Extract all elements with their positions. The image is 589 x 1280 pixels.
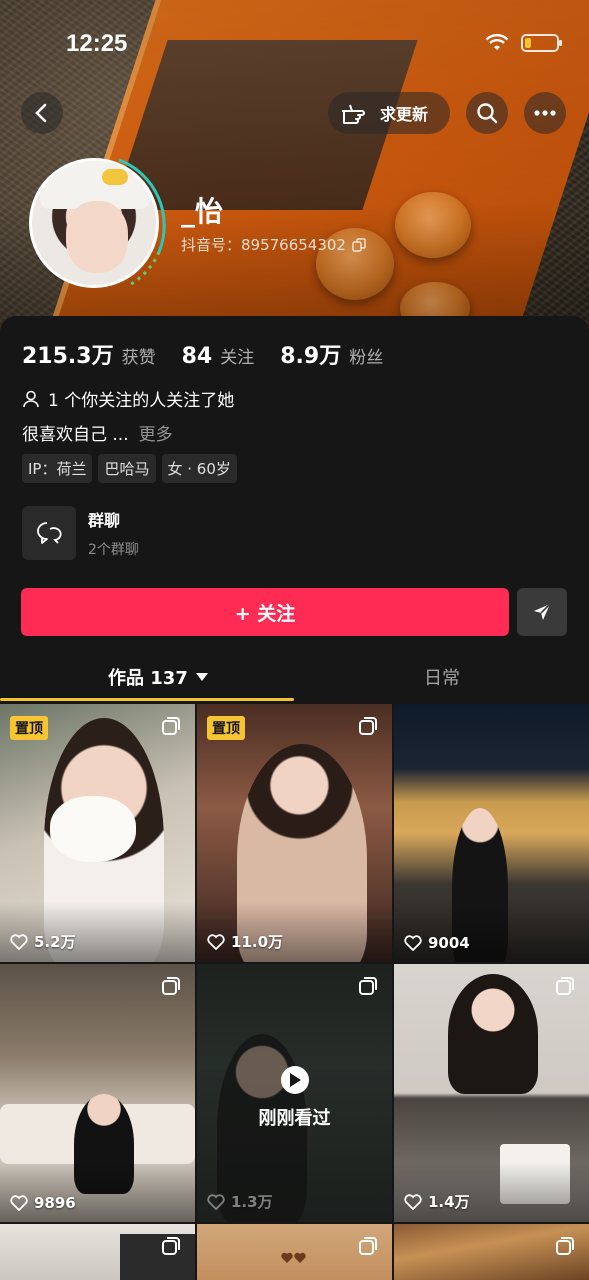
followers-label: 粉丝 [349,348,384,368]
request-update-button[interactable]: 求更新 [328,92,450,134]
send-icon [534,603,551,620]
tab-works-label: 作品 137 [108,668,188,689]
multi-image-icon [162,717,180,735]
tab-indicator [0,698,294,701]
search-icon [477,103,498,124]
group-chat-title: 群聊 [88,511,121,530]
video-likes-count: 5.2万 [34,933,76,951]
mutual-follow-text: 1 个你关注的人关注了她 [48,391,235,411]
heart-icon [10,933,28,950]
video-likes-count: 11.0万 [231,933,284,951]
bio-more-link[interactable]: 更多 [139,425,173,445]
video-likes-count: 9004 [428,934,470,952]
avatar-image [29,158,159,288]
battery-icon [521,34,562,52]
content-tabs: 作品 137 日常 [0,652,589,704]
video-likes: 11.0万 [207,931,283,952]
video-thumbnail[interactable] [394,1224,589,1280]
multi-image-icon [556,977,574,995]
video-thumbnail[interactable]: 刚刚看过 1.3万 [197,964,392,1222]
tag-gender-age: 女 · 60岁 [161,454,237,483]
video-thumbnail[interactable]: 置顶 11.0万 [197,704,392,962]
pinned-badge: 置顶 [207,716,245,740]
following-label: 关注 [220,348,255,368]
mutual-follow-row[interactable]: 1 个你关注的人关注了她 [22,386,234,411]
video-likes: 5.2万 [10,931,76,952]
more-dots-icon [534,110,556,116]
caret-down-icon [195,673,208,681]
stats-row: 215.3万 获赞 84 关注 8.9万 粉丝 [22,338,401,370]
video-thumbnail[interactable]: 9004 [394,704,589,962]
video-likes-count: 1.3万 [231,1193,273,1211]
following-count[interactable]: 84 [182,344,213,369]
likes-label: 获赞 [121,348,156,368]
video-thumbnail[interactable] [197,1224,392,1280]
profile-tags: IP：荷兰 巴哈马 女 · 60岁 [22,454,237,483]
search-button[interactable] [466,92,508,134]
group-chat-count: 2个群聊 [88,542,139,558]
heart-icon [404,935,422,951]
status-icons [485,34,562,52]
back-button[interactable] [21,92,63,134]
video-likes-count: 1.4万 [428,1193,470,1211]
group-chat-icon [22,506,76,560]
person-icon [23,390,39,407]
video-thumbnail[interactable]: 9896 [0,964,195,1222]
profile-name: _怡 [181,195,224,228]
hearts-decoration-icon [281,1252,306,1263]
bio[interactable]: 很喜欢自己 ... 更多 [22,420,173,445]
chevron-left-icon [35,103,47,123]
video-likes: 9004 [404,934,470,952]
video-likes: 1.3万 [207,1191,273,1212]
heart-icon [207,1193,225,1210]
heart-icon [10,1195,28,1211]
avatar[interactable] [23,152,169,298]
multi-image-icon [359,717,377,735]
followers-count[interactable]: 8.9万 [280,338,341,370]
video-thumbnail[interactable]: 1.4万 [394,964,589,1222]
message-button[interactable] [517,588,567,636]
pointing-hand-icon [342,104,365,124]
pinned-badge: 置顶 [10,716,48,740]
tag-location: 巴哈马 [98,454,156,483]
follow-button[interactable]: + 关注 [21,588,509,636]
tab-works[interactable]: 作品 137 [108,664,208,690]
tab-daily[interactable]: 日常 [424,664,460,690]
group-chat-entry[interactable]: 群聊 2个群聊 [22,506,139,560]
multi-image-icon [359,977,377,995]
likes-count[interactable]: 215.3万 [22,338,114,370]
profile-id[interactable]: 抖音号：89576654302 [181,234,366,255]
play-icon [280,1066,309,1094]
heart-icon [404,1193,422,1210]
video-likes: 9896 [10,1194,76,1212]
wifi-icon [485,34,509,50]
copy-icon[interactable] [352,237,366,252]
just-watched-label: 刚刚看过 [258,1108,331,1129]
profile-id-label: 抖音号：89576654302 [181,236,346,254]
just-watched-overlay: 刚刚看过 [197,1066,392,1130]
multi-image-icon [359,1237,377,1255]
multi-image-icon [162,1237,180,1255]
video-thumbnail[interactable]: 置顶 5.2万 [0,704,195,962]
multi-image-icon [162,977,180,995]
request-update-label: 求更新 [380,105,429,124]
tag-ip: IP：荷兰 [22,454,93,483]
video-thumbnail[interactable] [0,1224,195,1280]
video-likes: 1.4万 [404,1191,470,1212]
heart-icon [207,933,225,950]
video-likes-count: 9896 [34,1194,76,1212]
multi-image-icon [556,1237,574,1255]
bio-text: 很喜欢自己 ... [22,425,129,445]
status-time: 12:25 [66,30,128,57]
more-button[interactable] [524,92,566,134]
